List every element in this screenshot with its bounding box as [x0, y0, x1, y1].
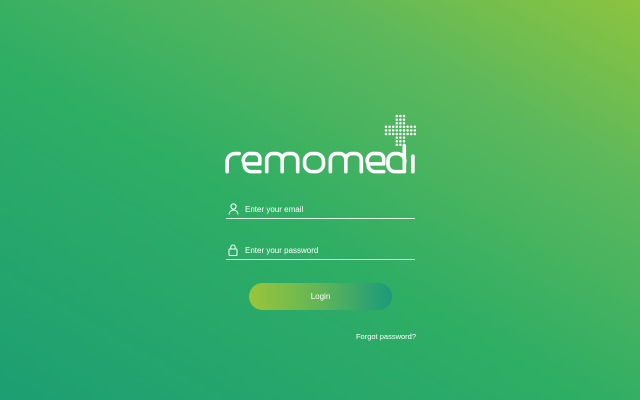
plus-dot	[395, 114, 399, 118]
password-input[interactable]	[245, 243, 405, 257]
email-input[interactable]	[245, 202, 405, 216]
plus-dot	[409, 132, 413, 136]
plus-dot	[399, 129, 402, 132]
plus-dot	[384, 125, 388, 129]
plus-dot	[395, 129, 399, 132]
plus-dot	[406, 132, 409, 136]
plus-dot	[402, 114, 406, 118]
plus-dot	[402, 129, 406, 132]
lock-icon	[226, 243, 240, 257]
plus-dot	[413, 132, 417, 136]
plus-dot	[399, 136, 402, 139]
plus-dot	[413, 125, 417, 129]
plus-dot	[384, 129, 388, 132]
plus-dot	[399, 132, 402, 136]
email-field[interactable]	[226, 200, 415, 219]
plus-dot	[391, 129, 395, 132]
logo-wordmark	[225, 151, 386, 174]
plus-dot	[402, 118, 406, 121]
plus-dot	[388, 129, 391, 132]
login-button[interactable]: Login	[249, 283, 392, 310]
plus-dot	[406, 125, 409, 129]
plus-dot	[388, 132, 391, 136]
plus-dot	[413, 129, 417, 132]
user-icon	[226, 202, 240, 216]
plus-dot	[395, 143, 399, 147]
plus-dot	[395, 139, 399, 143]
plus-dot	[395, 132, 399, 136]
password-field[interactable]	[226, 241, 415, 260]
plus-dot	[402, 121, 406, 125]
plus-dot	[402, 139, 406, 143]
plus-dot	[399, 125, 402, 129]
forgot-password-link[interactable]: Forgot password?	[356, 332, 416, 341]
plus-dot	[391, 132, 395, 136]
plus-dot	[402, 132, 406, 136]
plus-dot	[399, 114, 402, 118]
plus-dot	[391, 125, 395, 129]
dotted-plus-icon	[384, 114, 417, 147]
plus-dot	[402, 136, 406, 139]
plus-dot	[399, 121, 402, 125]
plus-dot	[399, 139, 402, 143]
plus-dot	[409, 129, 413, 132]
plus-dot	[406, 129, 409, 132]
plus-dot	[384, 132, 388, 136]
plus-dot	[399, 118, 402, 121]
plus-dot	[399, 143, 402, 147]
plus-dot	[395, 136, 399, 139]
plus-dot	[395, 121, 399, 125]
plus-dot	[395, 125, 399, 129]
logo-wordmark-tail	[386, 144, 415, 174]
plus-dot	[388, 125, 391, 129]
remomedi-logo	[222, 114, 420, 180]
plus-dot	[409, 125, 413, 129]
plus-dot	[402, 125, 406, 129]
plus-dot	[395, 118, 399, 121]
